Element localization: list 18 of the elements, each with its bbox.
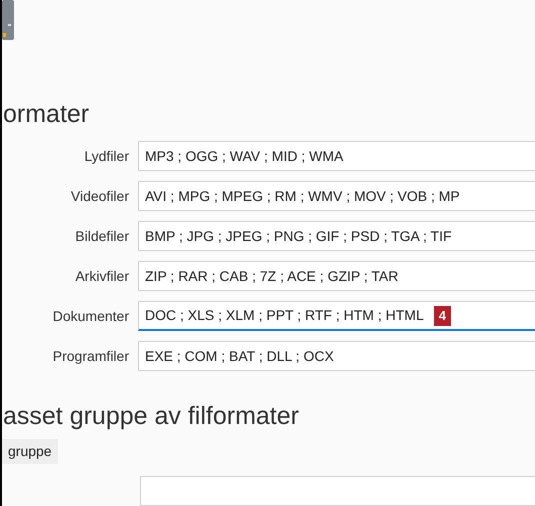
field-label: Dokumenter [52,306,129,326]
group-tab[interactable]: gruppe [2,439,58,464]
text-field[interactable]: EXE ; COM ; BAT ; DLL ; OCX [138,341,535,372]
field-label: Videofiler [70,186,129,206]
text-field[interactable]: ZIP ; RAR ; CAB ; 7Z ; ACE ; GZIP ; TAR [138,261,535,292]
section-title: ormater [2,99,90,130]
section-title: asset gruppe av filformater [2,401,300,432]
text-field[interactable] [140,476,535,506]
text-field[interactable]: BMP ; JPG ; JPEG ; PNG ; GIF ; PSD ; TGA ; TIF [138,221,535,252]
drive-icon [2,0,16,42]
field-label: Arkivfiler [74,266,129,286]
text-field[interactable]: MP3 ; OGG ; WAV ; MID ; WMA [138,141,535,172]
field-label: Bildefiler [74,226,129,246]
text-field[interactable]: AVI ; MPG ; MPEG ; RM ; WMV ; MOV ; VOB ; MP [138,181,535,212]
text-field[interactable]: DOC ; XLS ; XLM ; PPT ; RTF ; HTM ; HTML 4 [138,301,535,332]
field-label: Lydfiler [83,146,129,166]
field-label: Programfiler [52,346,129,366]
number-badge: 4 [434,306,451,326]
